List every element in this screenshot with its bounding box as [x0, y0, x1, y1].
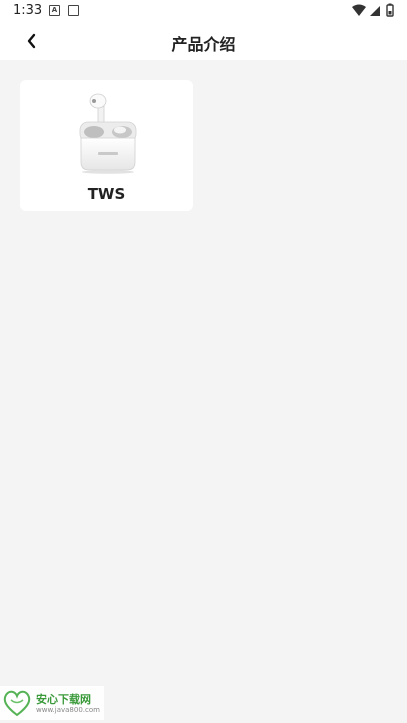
earbuds-case-image: [79, 93, 137, 174]
watermark: 安心下载网 www.java800.com: [0, 686, 104, 720]
cell-signal-icon: [370, 6, 380, 16]
watermark-title: 安心下载网: [36, 693, 91, 706]
a-notification-icon: A: [49, 5, 60, 16]
status-bar: 1:33 A: [0, 0, 407, 22]
app-header: 产品介绍: [0, 22, 407, 60]
screenshot-notification-icon: [68, 5, 79, 16]
product-name: TWS: [87, 185, 126, 203]
system-status-icons: [352, 3, 394, 17]
page-title: 产品介绍: [171, 35, 236, 54]
heart-logo-icon: [3, 690, 31, 717]
wifi-icon: [352, 4, 366, 16]
product-card-tws[interactable]: TWS: [20, 80, 193, 211]
watermark-url: www.java800.com: [36, 706, 100, 714]
status-time: 1:33: [13, 3, 43, 18]
battery-icon: [386, 3, 394, 17]
